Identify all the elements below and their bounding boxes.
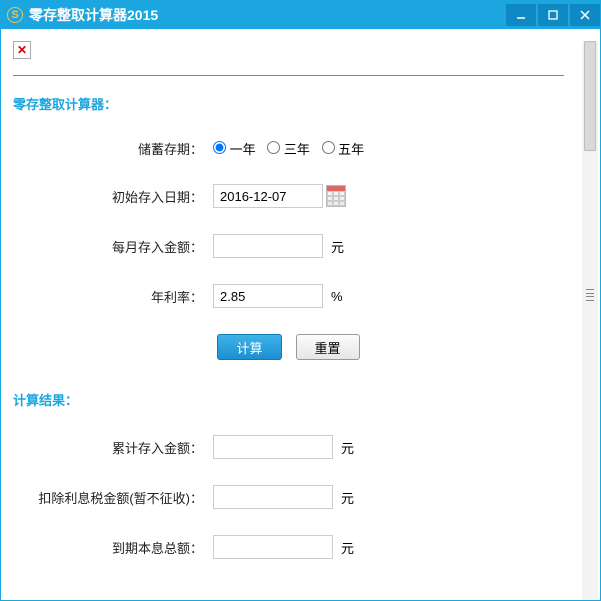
app-window: S 零存整取计算器2015 ✕ 零存整取计算器： 储蓄存期： 一年 三年 bbox=[0, 0, 601, 601]
radio-one-year[interactable]: 一年 bbox=[213, 142, 256, 157]
input-start-date[interactable] bbox=[213, 184, 323, 208]
unit-monthly-deposit: 元 bbox=[331, 237, 344, 256]
button-row: 计算 重置 bbox=[13, 334, 564, 360]
unit-total-deposit: 元 bbox=[341, 438, 354, 457]
label-monthly-deposit: 每月存入金额： bbox=[13, 237, 213, 256]
unit-tax-deducted: 元 bbox=[341, 488, 354, 507]
vertical-scrollbar[interactable] bbox=[582, 41, 598, 600]
label-start-date: 初始存入日期： bbox=[13, 187, 213, 206]
content-area: ✕ 零存整取计算器： 储蓄存期： 一年 三年 五年 初始存入日期： bbox=[1, 29, 600, 600]
minimize-button[interactable] bbox=[506, 4, 536, 26]
label-deposit-term: 储蓄存期： bbox=[13, 139, 213, 158]
unit-final-total: 元 bbox=[341, 538, 354, 557]
form-section-title: 零存整取计算器： bbox=[13, 94, 564, 113]
deposit-term-radio-group: 一年 三年 五年 bbox=[213, 139, 372, 158]
output-tax-deducted bbox=[213, 485, 333, 509]
row-tax-deducted: 扣除利息税金额(暂不征收)： 元 bbox=[13, 485, 564, 509]
row-deposit-term: 储蓄存期： 一年 三年 五年 bbox=[13, 139, 564, 158]
maximize-button[interactable] bbox=[538, 4, 568, 26]
row-final-total: 到期本息总额： 元 bbox=[13, 535, 564, 559]
calendar-icon[interactable] bbox=[326, 185, 346, 207]
radio-three-year[interactable]: 三年 bbox=[267, 142, 310, 157]
calc-button[interactable]: 计算 bbox=[217, 334, 281, 360]
row-total-deposit: 累计存入金额： 元 bbox=[13, 435, 564, 459]
output-total-deposit bbox=[213, 435, 333, 459]
row-start-date: 初始存入日期： bbox=[13, 184, 564, 208]
radio-five-year[interactable]: 五年 bbox=[322, 142, 365, 157]
input-annual-rate[interactable] bbox=[213, 284, 323, 308]
window-controls bbox=[504, 4, 600, 26]
divider bbox=[13, 75, 564, 76]
close-button[interactable] bbox=[570, 4, 600, 26]
label-final-total: 到期本息总额： bbox=[13, 538, 213, 557]
reset-button[interactable]: 重置 bbox=[296, 334, 360, 360]
scrollbar-thumb[interactable] bbox=[584, 41, 596, 151]
tab-close-icon[interactable]: ✕ bbox=[13, 41, 31, 59]
label-tax-deducted: 扣除利息税金额(暂不征收)： bbox=[13, 488, 213, 507]
unit-annual-rate: % bbox=[331, 289, 343, 304]
titlebar: S 零存整取计算器2015 bbox=[1, 1, 600, 29]
row-annual-rate: 年利率： % bbox=[13, 284, 564, 308]
row-monthly-deposit: 每月存入金额： 元 bbox=[13, 234, 564, 258]
output-final-total bbox=[213, 535, 333, 559]
label-annual-rate: 年利率： bbox=[13, 287, 213, 306]
input-monthly-deposit[interactable] bbox=[213, 234, 323, 258]
label-total-deposit: 累计存入金额： bbox=[13, 438, 213, 457]
scrollbar-grip-icon bbox=[586, 289, 594, 301]
result-section-title: 计算结果： bbox=[13, 390, 564, 409]
app-title: 零存整取计算器2015 bbox=[29, 5, 158, 25]
app-logo-icon: S bbox=[7, 7, 23, 23]
